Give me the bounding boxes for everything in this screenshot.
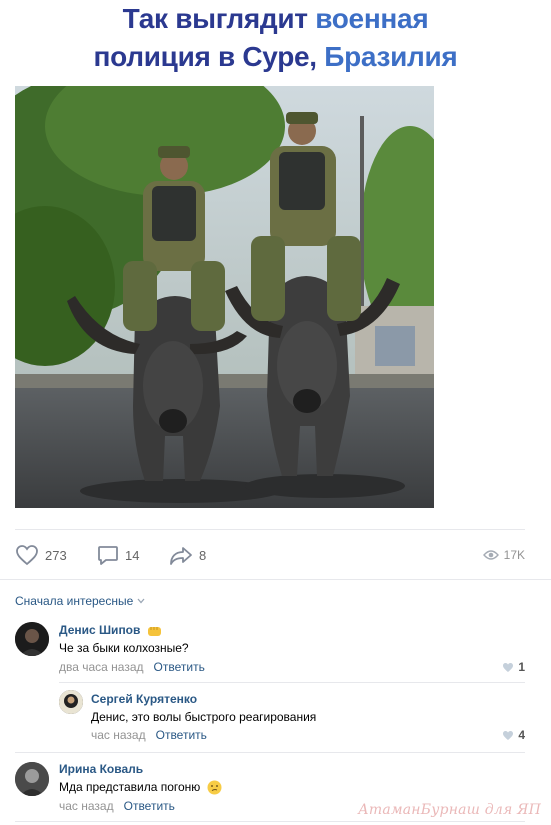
title-text: Так выглядит — [122, 3, 316, 34]
comment-like-count: 1 — [518, 660, 525, 674]
photo-illustration — [15, 86, 434, 508]
comment-meta: два часа назад Ответить — [59, 660, 205, 674]
comment-meta: час назад Ответить — [59, 799, 175, 813]
post-title-line-1: Так выглядит военная — [0, 0, 551, 38]
post-title: Так выглядит военная полиция в Суре, Бра… — [0, 0, 551, 80]
comment-time[interactable]: час назад — [59, 799, 114, 813]
post-actions: 273 14 8 17K — [15, 540, 525, 570]
like-button[interactable]: 273 — [15, 544, 67, 566]
reply-button[interactable]: Ответить — [154, 660, 205, 674]
like-count: 273 — [45, 547, 67, 563]
share-count: 8 — [199, 547, 207, 563]
user-photo — [15, 762, 49, 796]
comment-author[interactable]: Ирина Коваль — [59, 762, 143, 776]
author-name: Денис Шипов — [59, 623, 141, 637]
comment-text: Че за быки колхозные? — [59, 641, 189, 655]
post-title-line-2: полиция в Суре, Бразилия — [0, 38, 551, 76]
comment-like-button[interactable]: 4 — [502, 728, 525, 742]
avatar[interactable] — [15, 762, 49, 796]
comment-author[interactable]: Сергей Курятенко — [91, 692, 197, 706]
fist-emoji-icon — [147, 627, 161, 637]
reply-button[interactable]: Ответить — [124, 799, 175, 813]
comment-text: Мда представила погоню — [59, 780, 222, 795]
user-photo — [15, 622, 49, 656]
avatar[interactable] — [15, 622, 49, 656]
reply-button[interactable]: Ответить — [156, 728, 207, 742]
divider — [0, 579, 551, 580]
comment-text-content: Мда представила погоню — [59, 780, 201, 794]
divider — [15, 821, 525, 822]
heart-icon — [503, 730, 514, 740]
comment-icon — [98, 546, 118, 565]
heart-icon — [16, 545, 38, 566]
comment-author[interactable]: Денис Шипов — [59, 623, 162, 637]
avatar[interactable] — [59, 690, 83, 714]
post-photo[interactable] — [15, 86, 434, 508]
thinking-emoji-icon — [207, 780, 222, 795]
watermark: АтаманБурнаш для ЯП — [358, 802, 541, 818]
sort-dropdown[interactable]: Сначала интересные — [15, 594, 145, 608]
divider — [59, 682, 525, 683]
comment-time[interactable]: час назад — [91, 728, 146, 742]
heart-icon — [503, 662, 514, 672]
comment-button[interactable]: 14 — [97, 544, 139, 566]
user-photo — [59, 690, 83, 714]
title-highlight: Бразилия — [324, 41, 458, 72]
views-counter: 17K — [482, 544, 525, 566]
title-highlight: военная — [315, 3, 429, 34]
eye-icon — [482, 550, 499, 560]
share-button[interactable]: 8 — [169, 544, 206, 566]
divider — [15, 752, 525, 753]
share-icon — [170, 547, 192, 565]
comment-like-count: 4 — [518, 728, 525, 742]
chevron-down-icon — [137, 598, 145, 604]
title-text: полиция в Суре, — [93, 41, 325, 72]
comment-text: Денис, это волы быстрого реагирования — [91, 710, 317, 724]
comment-meta: час назад Ответить — [91, 728, 207, 742]
divider — [15, 529, 525, 530]
comment-time[interactable]: два часа назад — [59, 660, 144, 674]
comment-like-button[interactable]: 1 — [502, 660, 525, 674]
sort-label: Сначала интересные — [15, 594, 134, 608]
views-count: 17K — [503, 548, 525, 562]
comment-count: 14 — [125, 547, 140, 563]
